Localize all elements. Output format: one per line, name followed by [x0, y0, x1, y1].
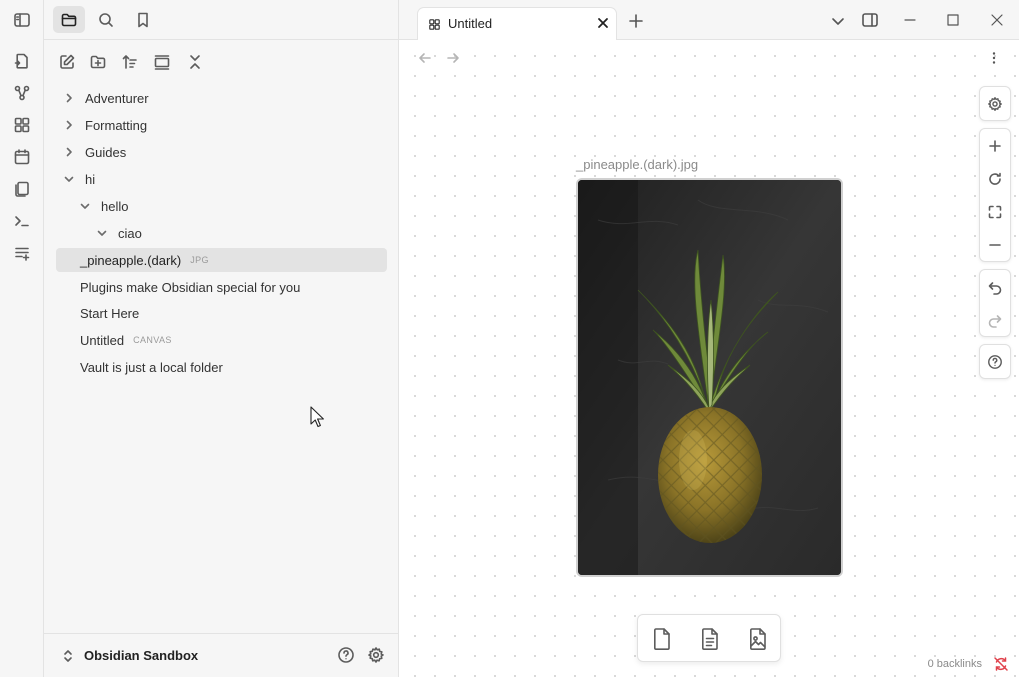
- sidebar-tab-header: [44, 0, 399, 40]
- canvas-image-node[interactable]: [576, 178, 843, 577]
- add-note-from-vault-icon[interactable]: [695, 624, 725, 654]
- tree-item-file-selected[interactable]: _pineapple.(dark) JPG: [56, 248, 387, 272]
- new-tab-icon[interactable]: [626, 11, 646, 31]
- tab-search[interactable]: [90, 6, 122, 33]
- tree-item-label: Guides: [85, 144, 127, 160]
- search-icon: [99, 12, 113, 27]
- chevron-right-icon: [66, 120, 72, 130]
- vault-switcher-icon[interactable]: [58, 646, 78, 666]
- ribbon: [0, 0, 44, 677]
- close-tab-icon[interactable]: [593, 13, 613, 33]
- tab-untitled[interactable]: Untitled: [417, 7, 617, 41]
- tree-item-label: _pineapple.(dark): [80, 252, 182, 268]
- redo-icon[interactable]: [980, 303, 1010, 336]
- vault-name[interactable]: Obsidian Sandbox: [84, 648, 198, 663]
- bases-icon[interactable]: [11, 242, 33, 264]
- tree-item-folder[interactable]: Formatting: [56, 113, 387, 137]
- chevron-down-icon: [80, 203, 90, 209]
- folder-icon: [61, 13, 77, 26]
- collapse-all-icon[interactable]: [184, 51, 206, 73]
- zoom-to-fit-icon[interactable]: [980, 195, 1010, 228]
- new-folder-icon[interactable]: [87, 51, 109, 73]
- mouse-cursor-icon: [310, 406, 324, 428]
- maximize-window-icon[interactable]: [943, 10, 963, 30]
- file-extension-tag: JPG: [190, 255, 209, 265]
- canvas-node-label: _pineapple.(dark).jpg: [576, 157, 699, 172]
- canvas-zoom-controls: [979, 128, 1011, 262]
- tree-item-file[interactable]: Vault is just a local folder: [56, 355, 387, 379]
- zoom-in-icon[interactable]: [980, 129, 1010, 162]
- file-explorer-toolbar: [44, 44, 399, 78]
- chevron-right-icon: [66, 147, 72, 157]
- tree-item-folder[interactable]: ciao: [56, 221, 387, 245]
- undo-icon[interactable]: [980, 270, 1010, 303]
- close-window-icon[interactable]: [987, 10, 1007, 30]
- backlinks-count[interactable]: 0 backlinks: [928, 658, 982, 670]
- tree-item-folder[interactable]: Guides: [56, 140, 387, 164]
- tree-item-label: Adventurer: [85, 90, 149, 106]
- canvas-icon: [429, 19, 440, 30]
- right-sidebar-toggle-icon[interactable]: [860, 10, 880, 30]
- file-extension-tag: CANVAS: [133, 335, 172, 345]
- navigate-forward-icon[interactable]: [443, 48, 463, 68]
- tree-item-label: Untitled: [80, 332, 125, 348]
- tree-item-folder[interactable]: hello: [56, 194, 387, 218]
- tree-item-label: hi: [85, 171, 96, 187]
- status-bar: 0 backlinks: [928, 655, 1009, 673]
- tree-item-label: hello: [101, 198, 129, 214]
- tab-list-chevron-down-icon[interactable]: [828, 11, 848, 31]
- canvas-icon[interactable]: [11, 114, 33, 136]
- add-card-icon[interactable]: [647, 624, 677, 654]
- more-options-icon[interactable]: [984, 48, 1004, 68]
- canvas-history-controls: [979, 269, 1011, 337]
- chevron-down-icon: [97, 230, 107, 236]
- tab-files[interactable]: [53, 6, 85, 33]
- canvas-help-controls: [979, 344, 1011, 379]
- tab-title: Untitled: [448, 16, 493, 31]
- new-note-icon[interactable]: [56, 51, 78, 73]
- sync-error-icon[interactable]: [993, 656, 1009, 672]
- pineapple-image: [578, 180, 841, 575]
- navigate-back-icon[interactable]: [415, 48, 435, 68]
- canvas-view[interactable]: _pineapple.(dark).jpg 0 backlinks: [399, 40, 1019, 677]
- chevron-down-icon: [64, 176, 74, 182]
- tree-item-label: Vault is just a local folder: [80, 359, 223, 375]
- tab-bookmarks[interactable]: [127, 6, 159, 33]
- tab-bar: Untitled: [399, 0, 1019, 41]
- left-sidebar: Adventurer Formatting Guides hi hello ci…: [44, 0, 399, 677]
- daily-note-icon[interactable]: [11, 146, 33, 168]
- chevron-right-icon: [66, 93, 72, 103]
- bookmark-icon: [138, 12, 148, 27]
- canvas-settings-icon[interactable]: [980, 87, 1010, 120]
- tree-item-label: Plugins make Obsidian special for you: [80, 279, 301, 295]
- tree-item-folder[interactable]: Adventurer: [56, 86, 387, 110]
- add-media-from-vault-icon[interactable]: [743, 624, 773, 654]
- sidebar-toggle-icon[interactable]: [11, 9, 33, 31]
- tree-item-label: Formatting: [85, 117, 148, 133]
- main-workspace: Untitled _pineapple.(dark).jpg 0 backlin…: [399, 0, 1019, 677]
- settings-icon[interactable]: [366, 645, 386, 665]
- auto-reveal-icon[interactable]: [151, 51, 173, 73]
- tree-item-file[interactable]: Untitled CANVAS: [56, 328, 387, 352]
- help-icon[interactable]: [336, 645, 356, 665]
- canvas-help-icon[interactable]: [980, 345, 1010, 378]
- minimize-window-icon[interactable]: [900, 10, 920, 30]
- canvas-add-toolbar: [637, 614, 781, 662]
- tree-item-file[interactable]: Start Here: [56, 301, 387, 325]
- open-quick-switcher-icon[interactable]: [11, 50, 33, 72]
- tree-item-label: Start Here: [80, 305, 140, 321]
- tree-item-file[interactable]: Plugins make Obsidian special for you: [56, 275, 387, 299]
- command-palette-icon[interactable]: [11, 210, 33, 232]
- reset-zoom-icon[interactable]: [980, 162, 1010, 195]
- graph-view-icon[interactable]: [11, 82, 33, 104]
- change-sort-order-icon[interactable]: [119, 51, 141, 73]
- canvas-settings-controls: [979, 86, 1011, 121]
- templates-icon[interactable]: [11, 178, 33, 200]
- tree-item-folder[interactable]: hi: [56, 167, 387, 191]
- zoom-out-icon[interactable]: [980, 228, 1010, 261]
- vault-footer: Obsidian Sandbox: [44, 633, 399, 677]
- tree-item-label: ciao: [118, 225, 142, 241]
